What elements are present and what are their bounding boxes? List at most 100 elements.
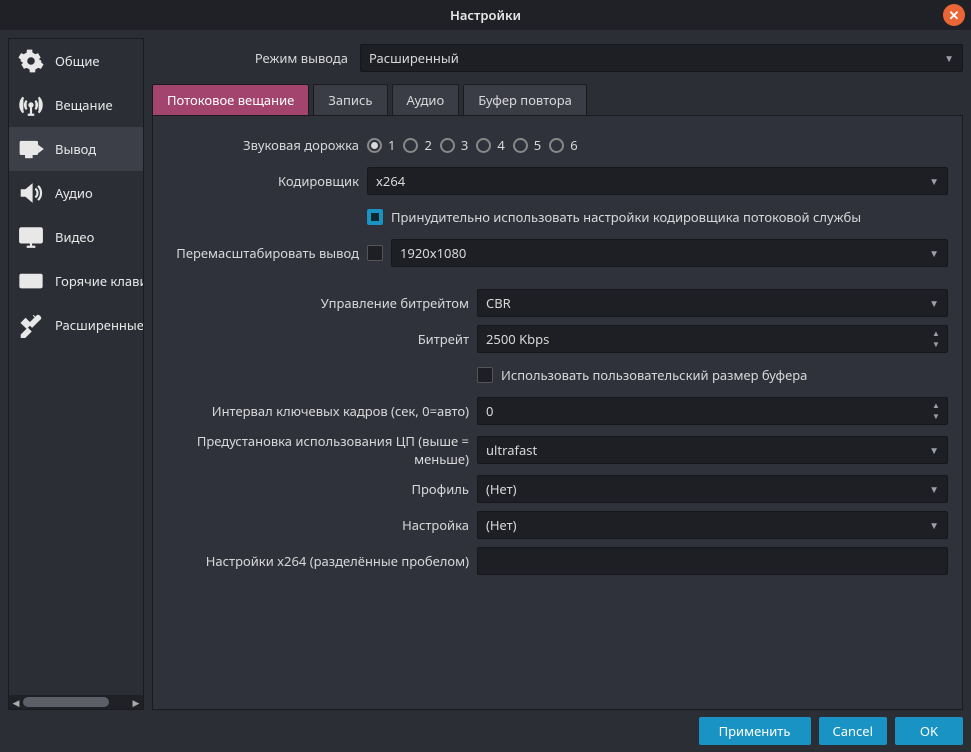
row-rate-control: Управление битрейтом CBR ▼	[167, 288, 948, 318]
audio-track-label: Звуковая дорожка	[167, 136, 367, 154]
audio-track-radio-3[interactable]	[440, 138, 455, 153]
row-rescale: Перемасштабировать вывод 1920x1080 ▼	[167, 238, 948, 268]
spinner-buttons: ▲ ▼	[929, 400, 943, 422]
main-panel: Режим вывода Расширенный ▼ Потоковое вещ…	[152, 38, 963, 710]
profile-value: (Нет)	[486, 480, 517, 498]
sidebar-item-hotkeys[interactable]: Горячие клавиши	[9, 259, 143, 303]
chevron-down-icon: ▼	[929, 174, 939, 188]
sidebar-horizontal-scrollbar[interactable]: ◀ ▶	[9, 695, 143, 709]
tab-recording[interactable]: Запись	[313, 84, 387, 115]
x264opts-label: Настройки x264 (разделённые пробелом)	[167, 552, 477, 570]
row-cpu-preset: Предустановка использования ЦП (выше = м…	[167, 432, 948, 468]
keyboard-icon	[17, 267, 45, 295]
bitrate-value: 2500 Kbps	[486, 330, 929, 348]
rescale-checkbox[interactable]	[367, 245, 383, 261]
sidebar-item-output[interactable]: Вывод	[9, 127, 143, 171]
sidebar: Общие Вещание Вывод Аудио	[8, 38, 144, 710]
profile-label: Профиль	[167, 480, 477, 498]
spinner-down-icon[interactable]: ▼	[929, 411, 943, 422]
chevron-down-icon: ▼	[944, 51, 954, 65]
rate-control-value: CBR	[486, 294, 511, 312]
sidebar-item-stream[interactable]: Вещание	[9, 83, 143, 127]
encoder-value: x264	[376, 172, 405, 190]
encoder-select[interactable]: x264 ▼	[367, 167, 948, 195]
sidebar-item-label: Вывод	[55, 140, 96, 158]
audio-track-radio-5[interactable]	[513, 138, 528, 153]
footer: Применить Cancel OK	[0, 710, 971, 752]
audio-track-radio-2[interactable]	[403, 138, 418, 153]
row-audio-track: Звуковая дорожка 1 2 3 4 5 6	[167, 130, 948, 160]
rate-control-select[interactable]: CBR ▼	[477, 289, 948, 317]
body: Общие Вещание Вывод Аудио	[0, 30, 971, 710]
gear-icon	[17, 47, 45, 75]
tune-select[interactable]: (Нет) ▼	[477, 511, 948, 539]
spinner-down-icon[interactable]: ▼	[929, 339, 943, 350]
sidebar-item-general[interactable]: Общие	[9, 39, 143, 83]
sidebar-item-label: Вещание	[55, 96, 113, 114]
tab-audio[interactable]: Аудио	[392, 84, 460, 115]
audio-track-radio-6[interactable]	[549, 138, 564, 153]
spinner-up-icon[interactable]: ▲	[929, 400, 943, 411]
row-encoder: Кодировщик x264 ▼	[167, 166, 948, 196]
sidebar-item-audio[interactable]: Аудио	[9, 171, 143, 215]
radio-label: 2	[424, 136, 431, 154]
speaker-icon	[17, 179, 45, 207]
enforce-checkbox[interactable]	[367, 209, 383, 225]
radio-label: 1	[388, 136, 395, 154]
row-tune: Настройка (Нет) ▼	[167, 510, 948, 540]
titlebar: Настройки ✕	[0, 0, 971, 30]
close-button[interactable]: ✕	[943, 4, 965, 26]
sidebar-item-advanced[interactable]: Расширенные	[9, 303, 143, 347]
radio-label: 4	[497, 136, 504, 154]
chevron-down-icon: ▼	[929, 443, 939, 457]
radio-label: 6	[570, 136, 577, 154]
encoder-label: Кодировщик	[167, 172, 367, 190]
output-mode-row: Режим вывода Расширенный ▼	[152, 38, 963, 84]
apply-button[interactable]: Применить	[699, 717, 811, 745]
tune-label: Настройка	[167, 516, 477, 534]
keyint-spinner[interactable]: 0 ▲ ▼	[477, 397, 948, 425]
row-profile: Профиль (Нет) ▼	[167, 474, 948, 504]
custom-buffer-label: Использовать пользовательский размер буф…	[501, 366, 807, 384]
x264opts-input[interactable]	[477, 547, 948, 575]
audio-track-radio-4[interactable]	[476, 138, 491, 153]
ok-button[interactable]: OK	[895, 717, 963, 745]
output-mode-value: Расширенный	[369, 49, 459, 67]
rescale-label: Перемасштабировать вывод	[167, 244, 367, 262]
spinner-up-icon[interactable]: ▲	[929, 328, 943, 339]
monitor-icon	[17, 223, 45, 251]
output-icon	[17, 135, 45, 163]
cpu-preset-value: ultrafast	[486, 441, 537, 459]
window-title: Настройки	[450, 6, 521, 24]
output-mode-select[interactable]: Расширенный ▼	[360, 44, 963, 72]
bitrate-label: Битрейт	[167, 330, 477, 348]
rescale-select[interactable]: 1920x1080 ▼	[391, 239, 948, 267]
audio-track-radio-1[interactable]	[367, 138, 382, 153]
enforce-label: Принудительно использовать настройки код…	[391, 208, 861, 226]
broadcast-icon	[17, 91, 45, 119]
sidebar-item-label: Расширенные	[55, 316, 143, 334]
bitrate-spinner[interactable]: 2500 Kbps ▲ ▼	[477, 325, 948, 353]
tab-content: Звуковая дорожка 1 2 3 4 5 6 Кодировщик …	[152, 116, 963, 710]
sidebar-item-label: Аудио	[55, 184, 93, 202]
cancel-button[interactable]: Cancel	[819, 717, 887, 745]
sidebar-list: Общие Вещание Вывод Аудио	[9, 39, 143, 695]
sidebar-item-label: Горячие клавиши	[55, 272, 143, 290]
scrollbar-thumb[interactable]	[23, 697, 109, 707]
chevron-down-icon: ▼	[929, 296, 939, 310]
sidebar-item-video[interactable]: Видео	[9, 215, 143, 259]
rate-control-label: Управление битрейтом	[167, 294, 477, 312]
row-x264opts: Настройки x264 (разделённые пробелом)	[167, 546, 948, 576]
audio-track-group: 1 2 3 4 5 6	[367, 136, 948, 154]
cpu-preset-select[interactable]: ultrafast ▼	[477, 436, 948, 464]
tab-streaming[interactable]: Потоковое вещание	[152, 84, 309, 115]
chevron-down-icon: ▼	[929, 246, 939, 260]
row-enforce: Принудительно использовать настройки код…	[167, 202, 948, 232]
custom-buffer-checkbox[interactable]	[477, 367, 493, 383]
keyint-value: 0	[486, 402, 929, 420]
tabs: Потоковое вещание Запись Аудио Буфер пов…	[152, 84, 963, 116]
tab-replay-buffer[interactable]: Буфер повтора	[463, 84, 587, 115]
profile-select[interactable]: (Нет) ▼	[477, 475, 948, 503]
rescale-value: 1920x1080	[400, 244, 466, 262]
close-icon: ✕	[949, 6, 960, 24]
